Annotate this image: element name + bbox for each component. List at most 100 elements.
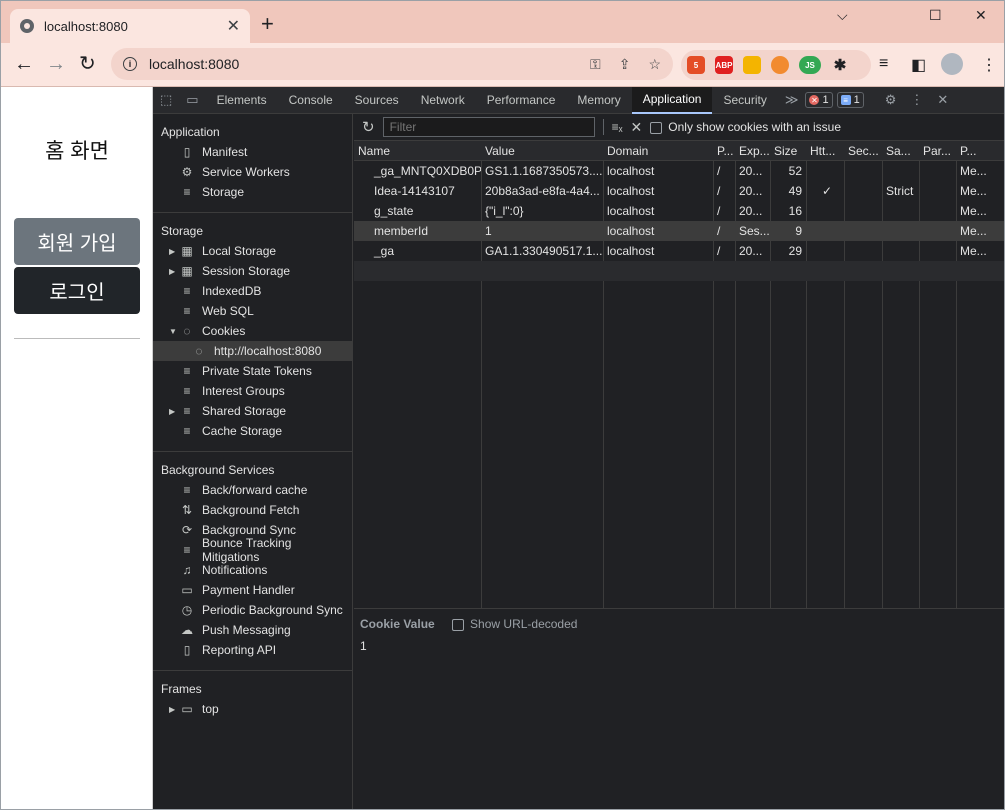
sidebar-item-payment-handler[interactable]: ▭ Payment Handler [153,580,352,600]
close-devtools-icon[interactable]: ✕ [930,92,955,108]
minimize-button[interactable]: ⌵ [837,7,848,24]
page-viewport: 홈 화면 회원 가입 로그인 [1,87,153,809]
globe-icon [20,19,34,33]
settings-gear-icon[interactable]: ⚙ [878,92,904,108]
inspect-element-icon[interactable]: ⬚ [153,92,179,108]
refresh-icon[interactable]: ↻ [362,118,375,136]
column-header: Value [485,144,515,158]
database-icon: ≡ [183,185,191,199]
errors-badge[interactable]: ✕ 1 [805,92,833,108]
cookie-value-text: 1 [360,639,367,653]
tab-console[interactable]: Console [278,87,344,114]
adblock-extension-icon[interactable]: ABP [715,56,733,74]
sidebar-item-interest-groups[interactable]: ≡ Interest Groups [153,381,352,401]
sidebar-item-storage[interactable]: ≡ Storage [153,182,352,202]
devtools-menu-icon[interactable]: ⋮ [903,92,930,108]
device-toolbar-icon[interactable]: ▭ [179,92,205,108]
profile-avatar[interactable] [941,53,963,75]
sidebar-item-back-forward-cache[interactable]: ≡ Back/forward cache [153,480,352,500]
expand-arrow-icon[interactable]: ▶ [169,705,175,714]
maximize-button[interactable]: ☐ [929,7,942,24]
media-queue-icon[interactable]: ≡ [879,55,888,73]
sidebar-item-reporting-api[interactable]: ▯ Reporting API [153,640,352,660]
sidebar-item-http-localhost-8080[interactable]: ◌ http://localhost:8080 [153,341,352,361]
color-extension-icon[interactable] [743,56,761,74]
signup-button[interactable]: 회원 가입 [14,218,140,265]
close-window-button[interactable]: ✕ [975,7,987,24]
database-icon: ≡ [183,424,191,438]
key-icon[interactable]: ⚿ [590,56,601,73]
sidebar-item-session-storage[interactable]: ▶ ▦ Session Storage [153,261,352,281]
filter-input[interactable] [382,117,595,137]
table-row[interactable]: memberId 1 localhost / Ses... 9 Me... [354,221,1004,241]
table-cell [844,241,882,261]
show-url-decoded-checkbox[interactable]: Show URL-decoded [452,617,577,631]
table-cell [844,181,882,201]
table-cell: Me... [960,224,987,238]
table-cell: 20... [739,184,763,198]
js-extension-icon[interactable]: JS [799,56,821,74]
sidebar-item-cache-storage[interactable]: ≡ Cache Storage [153,421,352,441]
tab-security[interactable]: Security [712,87,777,114]
table-cell: 20b8a3ad-e8fa-4a4... [485,184,600,198]
table-cell: 20... [739,164,763,178]
tab-strip: localhost:8080 ✕ + ⌵ ☐ ✕ [1,1,1004,43]
sidebar-item-cookies[interactable]: ▼ ◌ Cookies [153,321,352,341]
expand-arrow-icon[interactable]: ▼ [169,327,177,336]
new-tab-button[interactable]: + [261,13,274,35]
tab-sources[interactable]: Sources [344,87,410,114]
bookmark-star-icon[interactable]: ☆ [648,56,661,73]
more-tabs-icon[interactable]: ≫ [778,92,806,108]
expand-arrow-icon[interactable]: ▶ [169,247,175,256]
bell-icon: ♫ [182,563,192,577]
table-row[interactable]: _ga GA1.1.330490517.1... localhost / 20... 29… [354,241,1004,261]
back-icon[interactable]: ← [14,53,34,75]
html5-extension-icon[interactable]: 5 [687,56,705,74]
table-header-row[interactable]: Name Value Domain P... Exp... Size Htt... Sec..… [354,141,1004,161]
sidebar-item-label: Push Messaging [202,623,291,637]
puzzle-icon[interactable]: ✱ [831,56,849,74]
sidebar-item-periodic-background-sync[interactable]: ◷ Periodic Background Sync [153,600,352,620]
sidebar-item-push-messaging[interactable]: ☁ Push Messaging [153,620,352,640]
browser-tab[interactable]: localhost:8080 ✕ [10,9,250,43]
forward-icon[interactable]: → [46,53,66,75]
site-info-icon[interactable]: i [123,57,137,71]
sidebar-item-local-storage[interactable]: ▶ ▦ Local Storage [153,241,352,261]
sidebar-item-background-fetch[interactable]: ⇅ Background Fetch [153,500,352,520]
column-header: Sec... [848,144,879,158]
sidebar-item-private-state-tokens[interactable]: ≡ Private State Tokens [153,361,352,381]
tab-application[interactable]: Application [631,86,713,114]
expand-arrow-icon[interactable]: ▶ [169,267,175,276]
fox-extension-icon[interactable] [771,56,789,74]
messages-badge[interactable]: ≡ 1 [836,92,864,108]
table-row[interactable]: g_state {"i_l":0} localhost / 20... 16 Me... [354,201,1004,221]
expand-arrow-icon[interactable]: ▶ [169,407,175,416]
close-tab-icon[interactable]: ✕ [227,16,240,36]
login-button[interactable]: 로그인 [14,267,140,314]
sidebar-item-bounce-tracking-mitigations[interactable]: ≡ Bounce Tracking Mitigations [153,536,352,564]
share-icon[interactable]: ⇪ [619,56,631,73]
only-issue-checkbox[interactable]: Only show cookies with an issue [650,120,841,134]
browser-window: localhost:8080 ✕ + ⌵ ☐ ✕ ← → ↻ i localho… [0,0,1005,810]
tab-network[interactable]: Network [410,87,476,114]
sidebar-item-web-sql[interactable]: ≡ Web SQL [153,301,352,321]
tab-performance[interactable]: Performance [476,87,567,114]
sidebar-item-notifications[interactable]: ♫ Notifications [153,560,352,580]
reload-icon[interactable]: ↻ [79,53,96,75]
tab-elements[interactable]: Elements [206,87,278,114]
sidebar-item-top[interactable]: ▶ ▭ top [153,699,352,719]
delete-selected-icon[interactable]: ✕ [631,119,643,136]
menu-kebab-icon[interactable]: ⋮ [981,55,997,75]
clear-filtered-icon[interactable]: ≡ₓ [612,120,623,134]
table-row[interactable]: _ga_MNTQ0XDB0P GS1.1.1687350573.... localh… [354,161,1004,181]
side-panel-icon[interactable]: ◧ [911,55,926,75]
sidebar-item-shared-storage[interactable]: ▶ ≡ Shared Storage [153,401,352,421]
table-row[interactable]: Idea-14143107 20b8a3ad-e8fa-4a4... localho… [354,181,1004,201]
sidebar-item-label: Background Fetch [202,503,300,517]
sidebar-item-indexeddb[interactable]: ≡ IndexedDB [153,281,352,301]
tab-memory[interactable]: Memory [566,87,631,114]
table-empty-row[interactable] [354,261,1004,281]
sidebar-item-manifest[interactable]: ▯ Manifest [153,142,352,162]
address-bar[interactable]: i localhost:8080 ⚿ ⇪ ☆ [111,48,673,80]
sidebar-item-service-workers[interactable]: ⚙ Service Workers [153,162,352,182]
